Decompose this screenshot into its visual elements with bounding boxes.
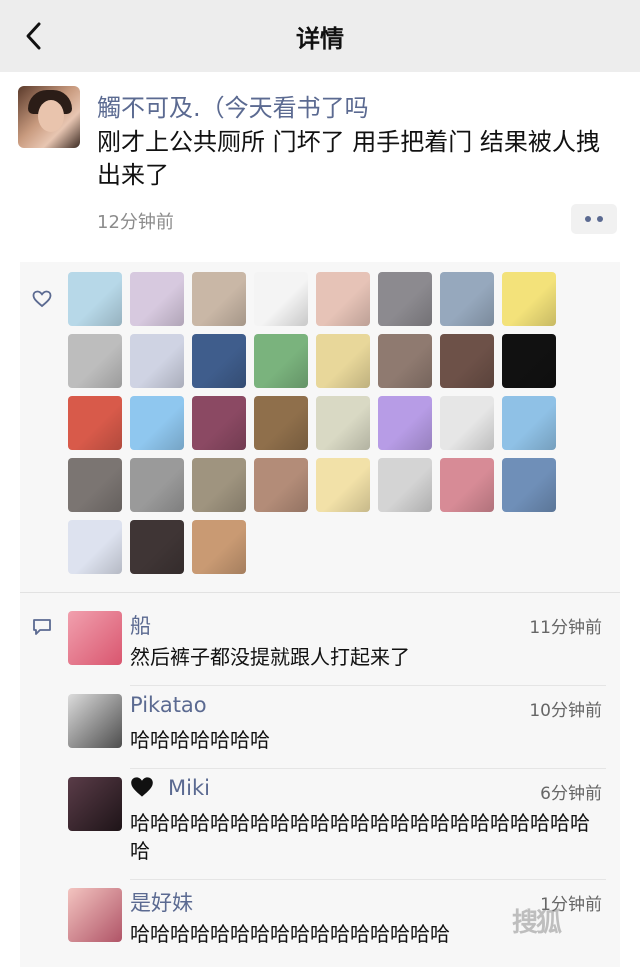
- liker-avatar[interactable]: [440, 272, 494, 326]
- liker-avatar[interactable]: [316, 334, 370, 388]
- commenter-avatar[interactable]: [68, 888, 122, 942]
- liker-avatar[interactable]: [502, 272, 556, 326]
- liker-avatar[interactable]: [378, 334, 432, 388]
- liker-avatar[interactable]: [130, 334, 184, 388]
- comment-separator: [130, 879, 606, 880]
- liker-avatar[interactable]: [130, 272, 184, 326]
- liker-avatar[interactable]: [440, 396, 494, 450]
- divider: [20, 592, 620, 593]
- commenter-name[interactable]: Pikatao: [130, 693, 207, 717]
- liker-avatar[interactable]: [192, 334, 246, 388]
- comment-text: 然后裤子都没提就跟人打起来了: [130, 645, 410, 669]
- liker-avatar[interactable]: [130, 458, 184, 512]
- commenter-avatar[interactable]: [68, 777, 122, 831]
- comment-separator: [130, 685, 606, 686]
- liker-avatar[interactable]: [68, 458, 122, 512]
- author-avatar[interactable]: [18, 86, 80, 148]
- post-time: 12分钟前: [97, 212, 174, 233]
- interaction-panel: 船 11分钟前 然后裤子都没提就跟人打起来了 Pikatao 10分钟前 哈哈哈…: [20, 262, 620, 967]
- liker-avatar[interactable]: [378, 458, 432, 512]
- liker-avatar[interactable]: [192, 396, 246, 450]
- liker-avatar[interactable]: [378, 396, 432, 450]
- navigation-bar: 详情: [0, 0, 640, 72]
- liker-avatar[interactable]: [68, 334, 122, 388]
- commenter-avatar[interactable]: [68, 611, 122, 665]
- watermark-logo: 搜狐: [512, 908, 562, 938]
- liker-avatar[interactable]: [254, 272, 308, 326]
- liker-avatar[interactable]: [316, 272, 370, 326]
- comment-bubble-icon: [33, 619, 51, 635]
- post-content: 刚才上公共厕所 门坏了 用手把着门 结果被人拽出来了: [97, 128, 600, 189]
- liker-avatar[interactable]: [440, 334, 494, 388]
- comment-time: 6分钟前: [540, 784, 602, 804]
- comment-text: 哈哈哈哈哈哈哈: [130, 728, 270, 752]
- liker-avatar[interactable]: [192, 458, 246, 512]
- author-name[interactable]: 觸不可及.（今天看书了吗: [97, 88, 369, 123]
- liker-avatar[interactable]: [130, 396, 184, 450]
- liker-avatar[interactable]: [378, 272, 432, 326]
- liker-avatar[interactable]: [440, 458, 494, 512]
- liker-avatar[interactable]: [502, 458, 556, 512]
- liker-avatar[interactable]: [316, 458, 370, 512]
- page-title: 详情: [296, 25, 344, 53]
- liker-avatar[interactable]: [130, 520, 184, 574]
- commenter-name[interactable]: Miki: [130, 776, 210, 800]
- heart-outline-icon: [32, 290, 52, 308]
- black-heart-icon: [131, 777, 153, 797]
- liker-avatar[interactable]: [254, 396, 308, 450]
- liker-avatar[interactable]: [68, 396, 122, 450]
- liker-avatar[interactable]: [192, 520, 246, 574]
- comment-time: 11分钟前: [529, 618, 602, 638]
- commenter-name-text[interactable]: Miki: [168, 776, 210, 800]
- liker-avatar[interactable]: [68, 520, 122, 574]
- liker-avatar[interactable]: [502, 334, 556, 388]
- commenter-name[interactable]: 船: [130, 610, 151, 640]
- liker-avatar[interactable]: [192, 272, 246, 326]
- commenter-avatar[interactable]: [68, 694, 122, 748]
- liker-avatar[interactable]: [502, 396, 556, 450]
- commenter-name[interactable]: 是好妹: [130, 887, 193, 917]
- comment-time: 10分钟前: [529, 701, 602, 721]
- more-dots-icon: [585, 216, 591, 222]
- liker-avatar[interactable]: [316, 396, 370, 450]
- liker-avatar[interactable]: [254, 334, 308, 388]
- liker-avatar[interactable]: [68, 272, 122, 326]
- comment-separator: [130, 768, 606, 769]
- liker-avatar[interactable]: [254, 458, 308, 512]
- comment-text: 哈哈哈哈哈哈哈哈哈哈哈哈哈哈哈哈哈哈哈哈哈哈哈哈: [130, 811, 590, 863]
- more-button[interactable]: [571, 204, 617, 234]
